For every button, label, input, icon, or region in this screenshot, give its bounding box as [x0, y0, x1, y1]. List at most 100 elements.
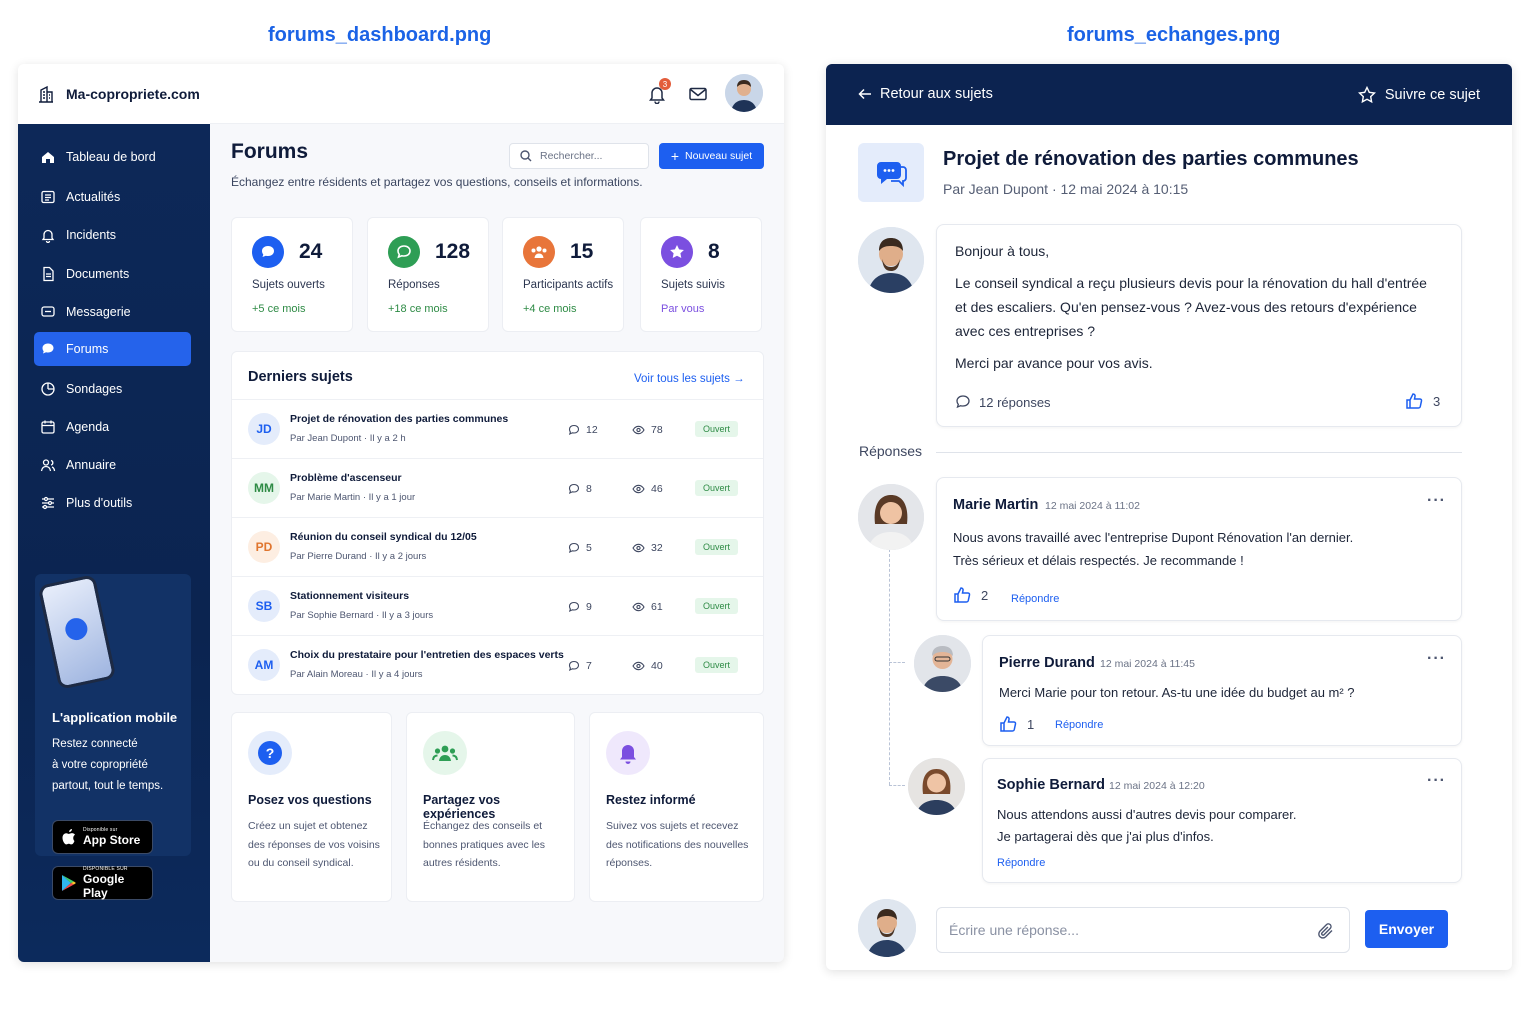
reply-author: Marie Martin	[953, 497, 1039, 513]
stat-label: Sujets ouverts	[252, 279, 325, 291]
topic-meta: Par Pierre Durand · Il y a 2 jours	[290, 551, 427, 562]
reply-line: Nous avons travaillé avec l'entreprise D…	[953, 530, 1354, 545]
follow-topic-button[interactable]: Suivre ce sujet	[1357, 86, 1480, 104]
see-all-topics-link[interactable]: Voir tous les sujets →	[634, 373, 745, 385]
more-options-icon[interactable]: ···	[1427, 492, 1446, 510]
like-button[interactable]: 1	[999, 715, 1034, 733]
stat-value: 8	[708, 240, 720, 263]
stat-card-replies[interactable]: 128 Réponses +18 ce mois	[367, 217, 489, 332]
view-count: 61	[632, 601, 663, 613]
info-card-ask-questions: ? Posez vos questions Créez un sujet et ob…	[231, 712, 392, 902]
like-count: 3	[1433, 393, 1441, 409]
status-badge: Ouvert	[695, 657, 739, 673]
comment-count-value: 8	[586, 483, 592, 495]
view-count-value: 61	[651, 601, 663, 613]
brand[interactable]: Ma-copropriete.com	[18, 64, 210, 124]
topic-title[interactable]: Projet de rénovation des parties commune…	[290, 413, 508, 425]
reply-date: 12 mai 2024 à 11:02	[1045, 500, 1140, 512]
paperclip-icon[interactable]	[1317, 921, 1335, 941]
comment-icon	[956, 395, 970, 409]
stat-trend: Par vous	[661, 303, 705, 315]
comment-icon	[568, 424, 580, 436]
eye-icon	[632, 543, 645, 553]
topic-time: Il y a 2 jours	[375, 551, 427, 562]
author-initials: JD	[248, 413, 280, 445]
topic-time: Il y a 3 jours	[381, 610, 434, 621]
topic-row[interactable]: SB Stationnement visiteurs Par Sophie Bern…	[232, 576, 763, 635]
comment-count: 9	[568, 601, 592, 613]
question-icon: ?	[248, 731, 292, 775]
caption-echanges: forums_echanges.png	[1067, 24, 1281, 46]
like-count: 1	[1027, 716, 1035, 732]
info-title: Posez vos questions	[248, 793, 372, 807]
stat-card-followed-topics[interactable]: 8 Sujets suivis Par vous	[640, 217, 762, 332]
topic-author: Par Pierre Durand	[290, 551, 367, 562]
back-to-topics-button[interactable]: Retour aux sujets	[858, 86, 993, 102]
topic-title[interactable]: Choix du prestataire pour l'entretien de…	[290, 649, 564, 661]
promo-line: Restez connecté	[52, 738, 138, 750]
google-play-label: Google Play	[82, 872, 125, 900]
sidebar-item-documents[interactable]: Documents	[34, 257, 191, 291]
reply-input[interactable]: Écrire une réponse...	[936, 907, 1350, 953]
stat-label: Réponses	[388, 279, 440, 291]
arrow-left-icon	[858, 88, 871, 100]
document-icon	[43, 266, 54, 282]
sidebar-item-incidents[interactable]: Incidents	[34, 218, 191, 252]
topic-title[interactable]: Réunion du conseil syndical du 12/05	[290, 531, 477, 543]
stat-card-active-participants[interactable]: 15 Participants actifs +4 ce mois	[502, 217, 624, 332]
topic-row[interactable]: PD Réunion du conseil syndical du 12/05 Pa…	[232, 517, 763, 576]
app-store-button[interactable]: Disponible sur App Store	[52, 820, 153, 854]
topic-title[interactable]: Problème d'ascenseur	[290, 472, 402, 484]
sidebar-item-annuaire[interactable]: Annuaire	[34, 448, 191, 482]
group-icon	[423, 731, 467, 775]
more-options-icon[interactable]: ···	[1427, 772, 1446, 790]
reply-link[interactable]: Répondre	[997, 857, 1045, 869]
topic-author: Par Jean Dupont	[290, 433, 362, 444]
sidebar-item-agenda[interactable]: Agenda	[34, 410, 191, 444]
replies-count[interactable]: 12 réponses	[955, 394, 1051, 410]
topic-time: Il y a 4 jours	[371, 669, 423, 680]
comment-icon	[568, 483, 580, 495]
like-count: 2	[981, 587, 989, 603]
topic-row[interactable]: MM Problème d'ascenseur Par Marie Martin ·…	[232, 458, 763, 517]
comment-count: 8	[568, 483, 592, 495]
topic-meta: Par Jean Dupont · 12 mai 2024 à 10:15	[943, 181, 1189, 197]
view-count-value: 40	[651, 660, 663, 672]
sidebar-item-actualit-s[interactable]: Actualités	[34, 180, 191, 214]
info-description: Créez un sujet et obtenez des réponses de…	[248, 817, 380, 873]
reply-link[interactable]: Répondre	[1055, 719, 1103, 731]
topic-title[interactable]: Stationnement visiteurs	[290, 590, 409, 602]
tools-icon	[42, 496, 54, 510]
author-initials: PD	[248, 531, 280, 563]
stat-card-open-topics[interactable]: 24 Sujets ouverts +5 ce mois	[231, 217, 353, 332]
sidebar-item-forums[interactable]: Forums	[34, 332, 191, 366]
sidebar-item-messagerie[interactable]: Messagerie	[34, 295, 191, 329]
info-line: ou du conseil syndical.	[248, 857, 354, 869]
search-input[interactable]: Rechercher...	[509, 143, 649, 169]
sidebar-item-plus-d-outils[interactable]: Plus d'outils	[34, 486, 191, 520]
send-button[interactable]: Envoyer	[1365, 910, 1448, 948]
topic-row[interactable]: JD Projet de rénovation des parties commu…	[232, 399, 763, 458]
like-button[interactable]: 3	[1405, 392, 1440, 410]
like-button[interactable]: 2	[953, 586, 988, 604]
replies-heading: Réponses	[859, 443, 923, 459]
user-avatar[interactable]	[725, 74, 763, 112]
reply-link[interactable]: Répondre	[1011, 593, 1059, 605]
mail-icon[interactable]	[688, 84, 708, 104]
sidebar-item-sondages[interactable]: Sondages	[34, 372, 191, 406]
post-line: Le conseil syndical a reçu plusieurs dev…	[955, 275, 1427, 291]
reply-placeholder: Écrire une réponse...	[949, 922, 1079, 938]
topic-row[interactable]: AM Choix du prestataire pour l'entretien …	[232, 635, 763, 694]
info-line: Échangez des conseils et	[423, 820, 543, 832]
info-line: des réponses de vos voisins	[248, 838, 380, 851]
plus-icon: +	[670, 148, 680, 164]
sidebar-item-label: Plus d'outils	[66, 496, 133, 510]
new-topic-button[interactable]: + Nouveau sujet	[659, 143, 764, 169]
google-play-button[interactable]: DISPONIBLE SUR Google Play	[52, 866, 153, 900]
post-closing: Merci par avance pour vos avis.	[955, 355, 1153, 371]
info-line: Créez un sujet et obtenez	[248, 820, 368, 832]
eye-icon	[632, 425, 645, 435]
sidebar-item-tableau-de-bord[interactable]: Tableau de bord	[34, 140, 191, 174]
eye-icon	[632, 484, 645, 494]
more-options-icon[interactable]: ···	[1427, 650, 1446, 668]
